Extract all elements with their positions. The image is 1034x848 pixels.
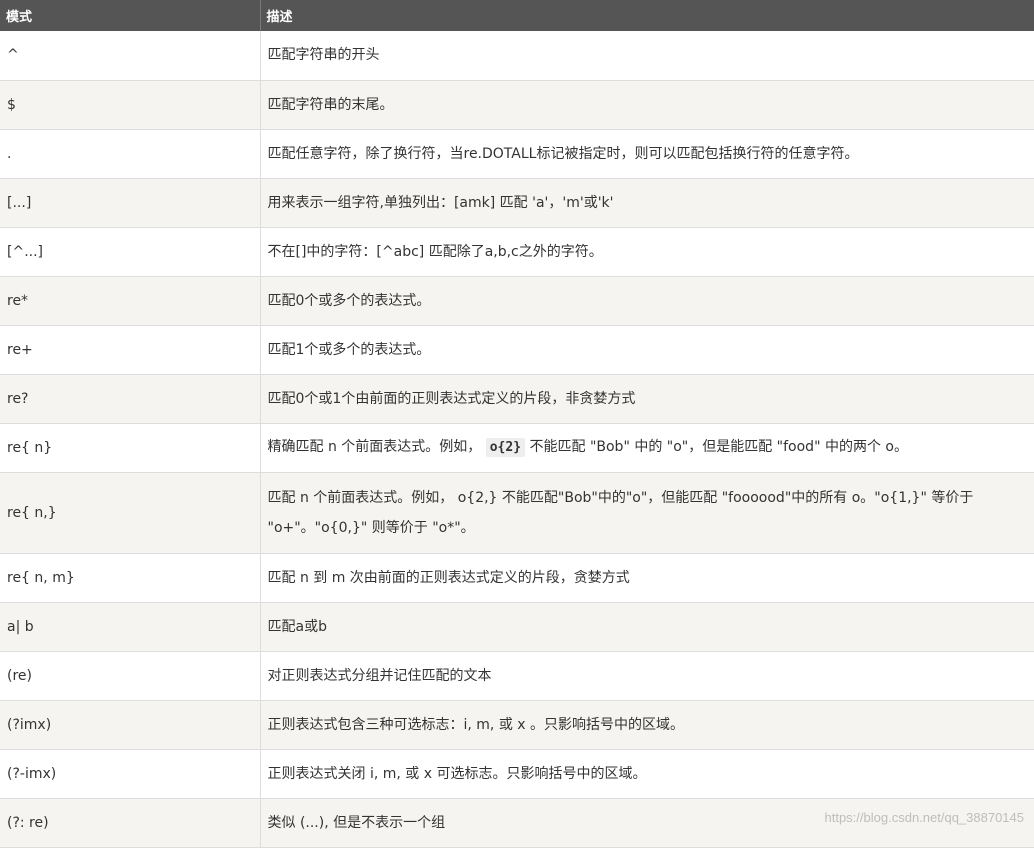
table-row: (re) 对正则表达式分组并记住匹配的文本 bbox=[0, 651, 1034, 701]
inline-code: o{2} bbox=[485, 438, 526, 457]
description-cell: 匹配0个或1个由前面的正则表达式定义的片段，非贪婪方式 bbox=[260, 374, 1034, 424]
pattern-cell: re{ n,} bbox=[0, 472, 261, 554]
pattern-cell: re{ n} bbox=[0, 423, 261, 473]
pattern-cell: a| b bbox=[0, 602, 261, 652]
description-cell: 匹配 n 个前面表达式。例如， o{2,} 不能匹配"Bob"中的"o"，但能匹… bbox=[260, 472, 1034, 554]
description-cell: 匹配1个或多个的表达式。 bbox=[260, 325, 1034, 375]
table-row: re{ n,} 匹配 n 个前面表达式。例如， o{2,} 不能匹配"Bob"中… bbox=[0, 472, 1034, 554]
pattern-cell: ^ bbox=[0, 31, 261, 81]
table-row: . 匹配任意字符，除了换行符，当re.DOTALL标记被指定时，则可以匹配包括换… bbox=[0, 129, 1034, 179]
table-row: a| b 匹配a或b bbox=[0, 602, 1034, 652]
description-cell: 匹配任意字符，除了换行符，当re.DOTALL标记被指定时，则可以匹配包括换行符… bbox=[260, 129, 1034, 179]
table-row: (?imx) 正则表达式包含三种可选标志：i, m, 或 x 。只影响括号中的区… bbox=[0, 700, 1034, 750]
table-row: re{ n, m} 匹配 n 到 m 次由前面的正则表达式定义的片段，贪婪方式 bbox=[0, 553, 1034, 603]
table-row: re? 匹配0个或1个由前面的正则表达式定义的片段，非贪婪方式 bbox=[0, 374, 1034, 424]
table-row: [^...] 不在[]中的字符：[^abc] 匹配除了a,b,c之外的字符。 bbox=[0, 227, 1034, 277]
pattern-cell: (?: re) bbox=[0, 798, 261, 848]
description-cell: 不在[]中的字符：[^abc] 匹配除了a,b,c之外的字符。 bbox=[260, 227, 1034, 277]
table-row: re+ 匹配1个或多个的表达式。 bbox=[0, 325, 1034, 375]
table-row: ^ 匹配字符串的开头 bbox=[0, 31, 1034, 81]
description-cell: 匹配字符串的末尾。 bbox=[260, 80, 1034, 130]
table-row: re{ n} 精确匹配 n 个前面表达式。例如， o{2} 不能匹配 "Bob"… bbox=[0, 423, 1034, 473]
table-row: (?-imx) 正则表达式关闭 i, m, 或 x 可选标志。只影响括号中的区域… bbox=[0, 749, 1034, 799]
pattern-cell: (?imx) bbox=[0, 700, 261, 750]
description-cell: 匹配a或b bbox=[260, 602, 1034, 652]
description-text: 精确匹配 n 个前面表达式。例如， bbox=[267, 439, 482, 455]
regex-syntax-table: 模式 描述 ^ 匹配字符串的开头 $ 匹配字符串的末尾。 . 匹配任意字符，除了… bbox=[0, 0, 1034, 848]
description-cell: 正则表达式包含三种可选标志：i, m, 或 x 。只影响括号中的区域。 bbox=[260, 700, 1034, 750]
pattern-cell: re{ n, m} bbox=[0, 553, 261, 603]
description-cell: 对正则表达式分组并记住匹配的文本 bbox=[260, 651, 1034, 701]
description-cell: 匹配0个或多个的表达式。 bbox=[260, 276, 1034, 326]
table-row: [...] 用来表示一组字符,单独列出：[amk] 匹配 'a'，'m'或'k' bbox=[0, 178, 1034, 228]
pattern-cell: re* bbox=[0, 276, 261, 326]
pattern-cell: . bbox=[0, 129, 261, 179]
table-row: re* 匹配0个或多个的表达式。 bbox=[0, 276, 1034, 326]
description-cell: 匹配字符串的开头 bbox=[260, 31, 1034, 81]
pattern-cell: re+ bbox=[0, 325, 261, 375]
pattern-cell: [...] bbox=[0, 178, 261, 228]
pattern-cell: (re) bbox=[0, 651, 261, 701]
pattern-cell: (?-imx) bbox=[0, 749, 261, 799]
description-text: 不能匹配 "Bob" 中的 "o"，但是能匹配 "food" 中的两个 o。 bbox=[529, 439, 908, 455]
pattern-cell: re? bbox=[0, 374, 261, 424]
description-cell: 正则表达式关闭 i, m, 或 x 可选标志。只影响括号中的区域。 bbox=[260, 749, 1034, 799]
description-cell: 匹配 n 到 m 次由前面的正则表达式定义的片段，贪婪方式 bbox=[260, 553, 1034, 603]
description-cell: 用来表示一组字符,单独列出：[amk] 匹配 'a'，'m'或'k' bbox=[260, 178, 1034, 228]
table-row: $ 匹配字符串的末尾。 bbox=[0, 80, 1034, 130]
pattern-cell: [^...] bbox=[0, 227, 261, 277]
description-cell: 精确匹配 n 个前面表达式。例如， o{2} 不能匹配 "Bob" 中的 "o"… bbox=[260, 423, 1034, 473]
header-pattern: 模式 bbox=[0, 0, 261, 31]
table-header-row: 模式 描述 bbox=[0, 0, 1034, 31]
watermark: https://blog.csdn.net/qq_38870145 bbox=[824, 810, 1025, 825]
header-description: 描述 bbox=[260, 0, 1034, 31]
pattern-cell: $ bbox=[0, 80, 261, 130]
